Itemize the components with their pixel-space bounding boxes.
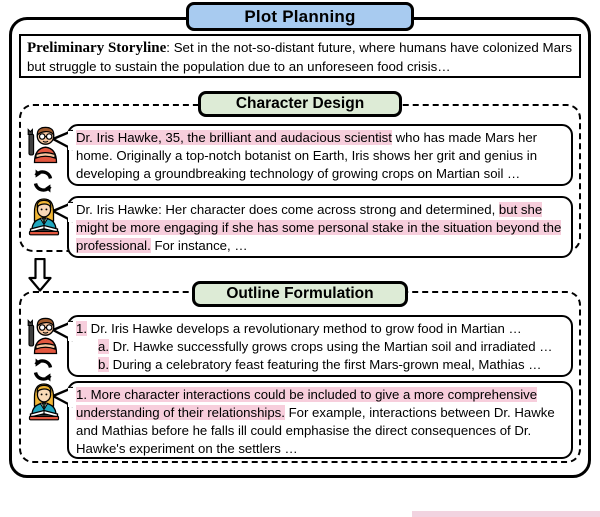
refresh-loop-icon[interactable] [30, 357, 56, 383]
engineer-avatar [24, 124, 64, 164]
page-title: Plot Planning [244, 6, 356, 26]
outline-text-1: Dr. Iris Hawke develops a revolutionary … [87, 321, 522, 336]
character-design-badge: Character Design [198, 91, 402, 117]
outline-list-item: a. Dr. Hawke successfully grows crops us… [76, 338, 563, 356]
outline-formulation-badge-label: Outline Formulation [226, 285, 374, 302]
outline-text-b: During a celebratory feast featuring the… [109, 357, 542, 372]
outline-marker-b: b. [98, 357, 109, 372]
critic-character-text-pre: Dr. Iris Hawke: Her character does come … [76, 202, 499, 217]
down-arrow-icon [27, 257, 53, 292]
refresh-loop-icon[interactable] [30, 168, 56, 194]
storyline-separator: : [166, 40, 174, 55]
outline-marker-a: a. [98, 339, 109, 354]
bottom-highlight-bar [412, 511, 600, 517]
engineer-avatar [24, 315, 64, 355]
critic-message-character-design: Dr. Iris Hawke: Her character does come … [51, 196, 573, 258]
teacher-avatar [24, 381, 64, 421]
critic-character-text-post: For instance, … [150, 238, 248, 253]
writer-message-outline: 1. Dr. Iris Hawke develops a revolutiona… [51, 315, 573, 377]
plot-planning-title-badge: Plot Planning [186, 2, 414, 31]
writer-character-highlight: Dr. Iris Hawke, 35, the brilliant and au… [76, 130, 392, 145]
outline-text-a: Dr. Hawke successfully grows crops using… [109, 339, 553, 354]
character-design-badge-label: Character Design [235, 95, 365, 112]
outline-formulation-badge: Outline Formulation [192, 281, 408, 307]
teacher-avatar [24, 196, 64, 236]
writer-message-character-design: Dr. Iris Hawke, 35, the brilliant and au… [51, 124, 573, 186]
outline-list-item: 1. Dr. Iris Hawke develops a revolutiona… [76, 320, 563, 338]
outline-list-item: b. During a celebratory feast featuring … [76, 356, 563, 374]
outline-marker-1: 1. [76, 321, 87, 336]
preliminary-storyline-box: Preliminary Storyline: Set in the not-so… [19, 34, 581, 78]
critic-message-outline: 1. More character interactions could be … [51, 381, 573, 459]
storyline-label: Preliminary Storyline [27, 40, 167, 56]
